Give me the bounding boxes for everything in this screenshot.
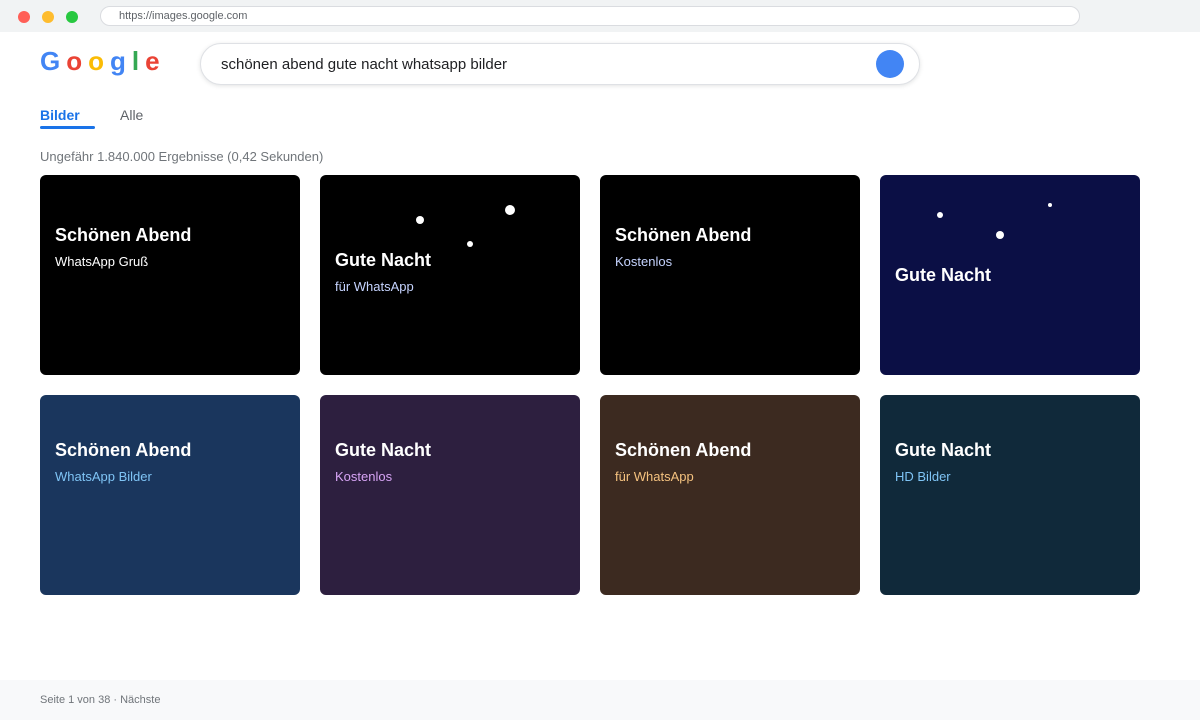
image-result-card[interactable]: Schönen Abend Kostenlos — [600, 175, 860, 375]
star-decoration — [937, 212, 943, 218]
tab-bilder[interactable]: Bilder — [40, 107, 80, 123]
card-subtitle: WhatsApp Gruß — [55, 254, 149, 269]
card-title: Gute Nacht — [895, 265, 992, 285]
browser-chrome: https://images.google.com — [0, 0, 1200, 32]
card-subtitle: WhatsApp Bilder — [55, 469, 152, 484]
image-result-card[interactable]: Gute Nacht Kostenlos — [320, 395, 580, 595]
star-decoration — [467, 241, 473, 247]
star-decoration — [996, 231, 1004, 239]
star-decoration — [505, 205, 515, 215]
pagination-text[interactable]: Seite 1 von 38 · Nächste — [40, 694, 160, 706]
search-icon[interactable] — [876, 50, 904, 78]
maximize-window-button[interactable] — [66, 11, 78, 23]
image-result-card[interactable]: Schönen Abend WhatsApp Bilder — [40, 395, 300, 595]
card-subtitle: HD Bilder — [895, 469, 951, 484]
results-count: Ungefähr 1.840.000 Ergebnisse (0,42 Seku… — [40, 149, 324, 164]
logo-letter: e — [145, 46, 160, 76]
pagination-footer: Seite 1 von 38 · Nächste — [0, 680, 1200, 720]
card-title: Gute Nacht — [335, 250, 432, 270]
card-title: Gute Nacht — [335, 440, 432, 460]
close-window-button[interactable] — [18, 11, 30, 23]
image-result-card[interactable]: Gute Nacht für WhatsApp — [320, 175, 580, 375]
card-title: Schönen Abend — [55, 225, 192, 245]
logo-letter: l — [131, 46, 140, 76]
star-decoration — [416, 216, 424, 224]
image-result-card[interactable]: Schönen Abend für WhatsApp — [600, 395, 860, 595]
star-decoration — [1048, 203, 1052, 207]
tab-alle[interactable]: Alle — [120, 107, 143, 123]
card-title: Gute Nacht — [895, 440, 992, 460]
image-result-card[interactable]: Gute Nacht HD Bilder — [880, 395, 1140, 595]
image-result-card[interactable]: Schönen Abend WhatsApp Gruß — [40, 175, 300, 375]
logo-letter: o — [88, 46, 105, 76]
address-bar[interactable]: https://images.google.com — [100, 6, 1080, 26]
card-subtitle: für WhatsApp — [335, 279, 414, 294]
logo-letter: G — [40, 46, 61, 76]
search-input[interactable]: schönen abend gute nacht whatsapp bilder — [200, 43, 920, 85]
card-title: Schönen Abend — [55, 440, 192, 460]
image-result-card[interactable]: Gute Nacht — [880, 175, 1140, 375]
minimize-window-button[interactable] — [42, 11, 54, 23]
logo-letter: o — [66, 46, 83, 76]
card-subtitle: Kostenlos — [335, 469, 393, 484]
logo-letter: g — [110, 46, 126, 76]
card-title: Schönen Abend — [615, 440, 752, 460]
card-title: Schönen Abend — [615, 225, 752, 245]
card-subtitle: für WhatsApp — [615, 469, 694, 484]
google-logo[interactable]: G o o g l e — [40, 46, 160, 78]
search-query-text[interactable]: schönen abend gute nacht whatsapp bilder — [221, 56, 507, 73]
active-tab-indicator — [40, 126, 95, 129]
card-subtitle: Kostenlos — [615, 254, 673, 269]
